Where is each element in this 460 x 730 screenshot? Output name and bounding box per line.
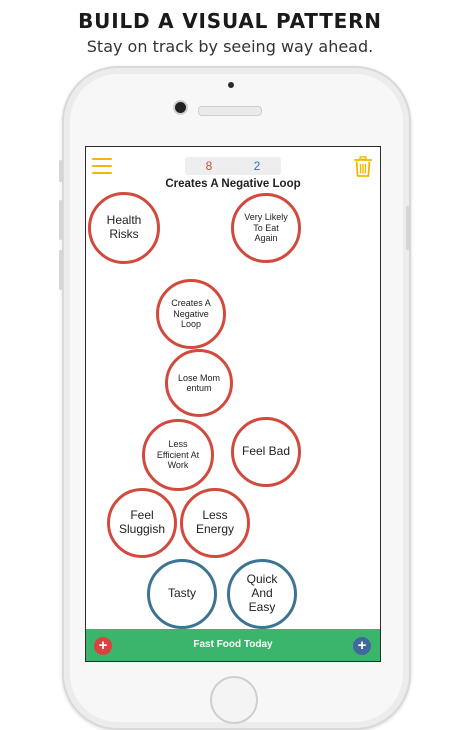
bubble-health-risks[interactable]: Health Risks bbox=[88, 192, 160, 264]
bubble-label: Feel Sluggish bbox=[110, 509, 174, 537]
add-negative-button[interactable]: + bbox=[94, 637, 112, 655]
negative-count: 8 bbox=[206, 159, 213, 173]
score-counter: 8 2 bbox=[185, 157, 281, 175]
phone-power-button bbox=[406, 206, 410, 250]
bubble-label: Less Energy bbox=[183, 509, 247, 537]
phone-side-button bbox=[59, 160, 63, 182]
bubble-quick-and-easy[interactable]: Quick And Easy bbox=[227, 559, 297, 629]
phone-volume-down-button bbox=[59, 250, 63, 290]
phone-volume-up-button bbox=[59, 200, 63, 240]
bubble-label: Lose Momentum bbox=[168, 373, 230, 394]
bubble-label: Tasty bbox=[164, 587, 200, 601]
hamburger-menu-icon[interactable] bbox=[92, 158, 112, 175]
bubble-feel-bad[interactable]: Feel Bad bbox=[231, 417, 301, 487]
page-title: Creates A Negative Loop bbox=[86, 178, 380, 190]
app-screen: 8 2 Creates A Negative Loop Health Risks… bbox=[85, 146, 381, 662]
bubble-label: Very Likely To Eat Again bbox=[234, 212, 298, 243]
trash-icon[interactable] bbox=[354, 156, 372, 177]
front-camera bbox=[173, 100, 188, 115]
bubble-label: Less Efficient At Work bbox=[145, 439, 211, 470]
promo-headline: BUILD A VISUAL PATTERN bbox=[0, 9, 460, 33]
bubble-lose-momentum[interactable]: Lose Momentum bbox=[165, 349, 233, 417]
bottom-bar-title: Fast Food Today bbox=[86, 629, 380, 661]
bubble-tasty[interactable]: Tasty bbox=[147, 559, 217, 629]
proximity-sensor bbox=[228, 82, 234, 88]
bubble-label: Health Risks bbox=[91, 214, 157, 242]
add-positive-button[interactable]: + bbox=[353, 637, 371, 655]
bubble-label: Feel Bad bbox=[238, 445, 294, 459]
home-button[interactable] bbox=[210, 676, 258, 724]
positive-count: 2 bbox=[254, 159, 261, 173]
bubble-label: Creates A Negative Loop bbox=[159, 298, 223, 329]
bubble-label: Quick And Easy bbox=[230, 573, 294, 614]
bubble-creates-a-negative-loop[interactable]: Creates A Negative Loop bbox=[156, 279, 226, 349]
promo-subline: Stay on track by seeing way ahead. bbox=[0, 37, 460, 56]
bubble-feel-sluggish[interactable]: Feel Sluggish bbox=[107, 488, 177, 558]
bottom-action-bar: Fast Food Today + + bbox=[86, 629, 380, 661]
earpiece-speaker bbox=[198, 106, 262, 116]
bubble-less-efficient-at-work[interactable]: Less Efficient At Work bbox=[142, 419, 214, 491]
bubble-less-energy[interactable]: Less Energy bbox=[180, 488, 250, 558]
bubble-very-likely-to-eat-again[interactable]: Very Likely To Eat Again bbox=[231, 193, 301, 263]
